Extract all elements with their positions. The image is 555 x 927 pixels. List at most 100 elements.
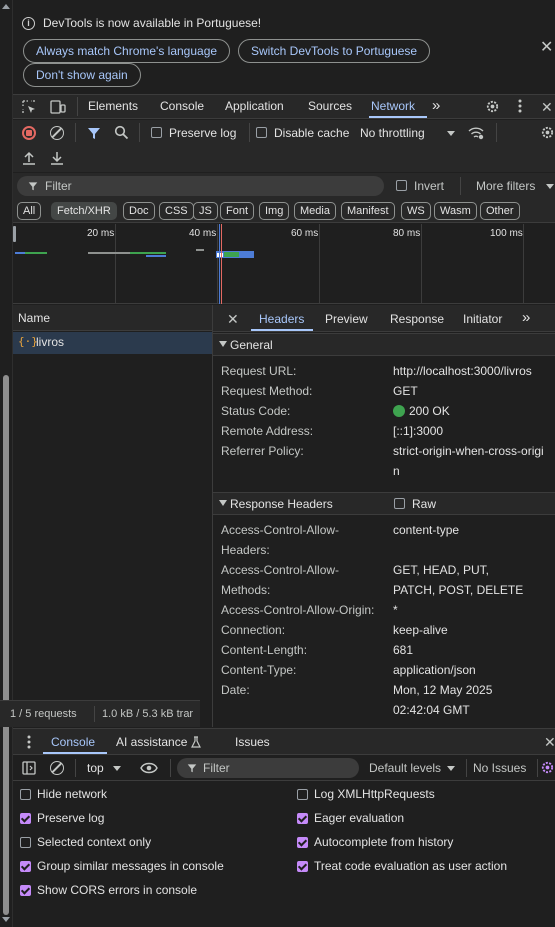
filter-placeholder: Filter <box>45 179 72 193</box>
close-devtools-icon[interactable]: ✕ <box>541 99 553 115</box>
filter-fetch-xhr[interactable]: Fetch/XHR <box>51 202 117 220</box>
response-headers-section-header[interactable]: Response Headers Raw <box>213 492 555 515</box>
more-tabs-icon[interactable]: » <box>432 97 440 114</box>
general-section-header[interactable]: General <box>213 333 555 356</box>
overview-handle[interactable] <box>13 226 16 242</box>
autocomplete-history-checkbox[interactable] <box>297 837 308 848</box>
page-scrollbar[interactable] <box>0 0 13 927</box>
group-similar-checkbox[interactable] <box>20 861 31 872</box>
sidebar-toggle-icon[interactable] <box>22 761 36 775</box>
log-levels-dropdown[interactable]: Default levels <box>369 761 441 775</box>
invert-checkbox[interactable] <box>396 180 407 191</box>
tab-application[interactable]: Application <box>225 99 284 113</box>
dom-content-loaded-marker <box>219 224 220 304</box>
header-key: Request URL: <box>221 364 297 378</box>
more-tabs-icon[interactable]: » <box>522 309 530 326</box>
tab-console[interactable]: Console <box>160 99 204 113</box>
filter-all[interactable]: All <box>17 202 42 220</box>
console-filter-input[interactable]: Filter <box>177 758 359 778</box>
clear-icon[interactable] <box>50 126 64 140</box>
detail-tabs: ✕ Headers Preview Response Initiator » <box>213 305 555 332</box>
network-settings-gear-icon[interactable] <box>540 125 555 140</box>
record-stop-icon[interactable] <box>22 126 36 140</box>
table-row[interactable]: {·} livros <box>13 332 212 354</box>
tab-headers[interactable]: Headers <box>259 312 304 326</box>
tab-preview[interactable]: Preview <box>325 312 368 326</box>
scrollbar-thumb[interactable] <box>3 375 9 915</box>
language-infobar: i DevTools is now available in Portugues… <box>13 0 555 93</box>
close-infobar-icon[interactable]: ✕ <box>540 40 553 56</box>
header-value: * <box>393 603 398 617</box>
close-details-icon[interactable]: ✕ <box>227 311 239 327</box>
tab-network[interactable]: Network <box>371 99 415 113</box>
timeline-bar <box>217 253 223 257</box>
filter-ws[interactable]: WS <box>401 202 431 220</box>
tab-initiator[interactable]: Initiator <box>463 312 502 326</box>
request-details-pane: ✕ Headers Preview Response Initiator » G… <box>213 305 555 727</box>
selected-context-only-checkbox[interactable] <box>20 837 31 848</box>
clear-console-icon[interactable] <box>50 761 64 775</box>
live-expression-eye-icon[interactable] <box>140 762 158 774</box>
dont-show-again-button[interactable]: Don't show again <box>23 63 141 87</box>
network-filter-input[interactable]: Filter <box>17 176 384 196</box>
network-conditions-icon[interactable] <box>468 126 484 140</box>
tick-label: 80 ms <box>393 228 421 239</box>
drawer-tab-ai-assistance[interactable]: AI assistance <box>116 735 187 749</box>
header-value: n <box>393 464 400 478</box>
switch-to-portuguese-button[interactable]: Switch DevTools to Portuguese <box>238 39 431 63</box>
filter-doc[interactable]: Doc <box>123 202 155 220</box>
tab-elements[interactable]: Elements <box>88 99 138 113</box>
filter-manifest[interactable]: Manifest <box>341 202 395 220</box>
device-toolbar-icon[interactable] <box>50 100 66 114</box>
export-har-icon[interactable] <box>50 151 64 165</box>
drawer-menu-icon[interactable] <box>27 735 31 749</box>
kebab-menu-icon[interactable] <box>518 99 522 113</box>
drawer-tab-issues[interactable]: Issues <box>235 735 270 749</box>
treat-code-evaluation-checkbox[interactable] <box>297 861 308 872</box>
preserve-log-label: Preserve log <box>37 811 105 825</box>
preserve-log-checkbox[interactable] <box>151 127 162 138</box>
scroll-up-arrow-icon[interactable] <box>2 4 10 9</box>
preserve-log-checkbox[interactable] <box>20 813 31 824</box>
tab-sources[interactable]: Sources <box>308 99 352 113</box>
request-count: 1 / 5 requests <box>10 708 77 720</box>
divider <box>466 759 467 777</box>
console-settings-gear-icon[interactable] <box>540 760 555 775</box>
header-value: keep-alive <box>393 623 448 637</box>
filter-wasm[interactable]: Wasm <box>434 202 477 220</box>
search-icon[interactable] <box>114 125 129 140</box>
issues-counter[interactable]: No Issues <box>473 761 526 775</box>
import-har-icon[interactable] <box>22 151 36 165</box>
network-status-bar: 1 / 5 requests 1.0 kB / 5.3 kB trar <box>0 700 200 727</box>
log-xmlhttprequests-checkbox[interactable] <box>297 789 308 800</box>
filter-media[interactable]: Media <box>294 202 336 220</box>
drawer-tab-console[interactable]: Console <box>51 735 95 749</box>
filter-css[interactable]: CSS <box>159 202 194 220</box>
filter-font[interactable]: Font <box>220 202 255 220</box>
chevron-down-icon <box>113 766 121 771</box>
eager-evaluation-checkbox[interactable] <box>297 813 308 824</box>
filter-img[interactable]: Img <box>259 202 290 220</box>
hide-network-checkbox[interactable] <box>20 789 31 800</box>
disable-cache-checkbox[interactable] <box>256 127 267 138</box>
network-overview-timeline[interactable]: 20 ms 40 ms 60 ms 80 ms 100 ms <box>13 224 555 304</box>
always-match-language-button[interactable]: Always match Chrome's language <box>23 39 231 63</box>
show-cors-errors-checkbox[interactable] <box>20 885 31 896</box>
scroll-down-arrow-icon[interactable] <box>2 917 10 922</box>
general-title: General <box>230 338 273 352</box>
tab-response[interactable]: Response <box>390 312 444 326</box>
close-drawer-icon[interactable]: ✕ <box>544 734 555 750</box>
filter-js[interactable]: JS <box>193 202 218 220</box>
throttling-select[interactable]: No throttling <box>360 126 425 140</box>
settings-gear-icon[interactable] <box>485 99 500 114</box>
context-selector[interactable]: top <box>87 761 104 775</box>
transfer-size: 1.0 kB / 5.3 kB trar <box>102 708 194 720</box>
filter-funnel-icon[interactable] <box>87 126 101 140</box>
raw-checkbox[interactable] <box>394 498 405 509</box>
header-value: PATCH, POST, DELETE <box>393 583 524 597</box>
inspect-element-icon[interactable] <box>22 100 36 114</box>
selected-context-only-label: Selected context only <box>37 835 152 849</box>
more-filters-dropdown[interactable]: More filters <box>476 179 535 193</box>
filter-other[interactable]: Other <box>480 202 520 220</box>
column-name-header[interactable]: Name <box>18 311 50 325</box>
